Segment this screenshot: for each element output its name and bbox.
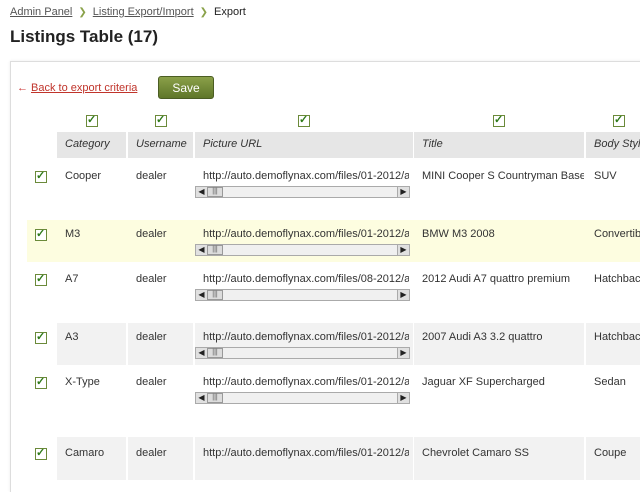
picture-url-cell: http://auto.demoflynax.com/files/01-2012… bbox=[195, 370, 413, 410]
username-cell: dealer bbox=[136, 447, 167, 459]
picture-url-cell: http://auto.demoflynax.com/files/08-2012… bbox=[195, 267, 413, 307]
picture-url-cell: http://auto.demoflynax.com/files/01-2012… bbox=[195, 222, 413, 262]
body-style-cell: Hatchback bbox=[594, 331, 640, 343]
username-cell: dealer bbox=[136, 170, 167, 182]
scroll-thumb[interactable]: ||| bbox=[207, 348, 223, 358]
horizontal-scrollbar[interactable]: ◀ ||| ▶ bbox=[195, 244, 410, 256]
category-cell: Cooper bbox=[65, 170, 102, 182]
body-style-cell: SUV bbox=[594, 170, 617, 182]
horizontal-scrollbar[interactable]: ◀ ||| ▶ bbox=[195, 392, 410, 404]
category-cell: A3 bbox=[65, 331, 79, 343]
scroll-right-icon[interactable]: ▶ bbox=[397, 187, 409, 197]
horizontal-scrollbar[interactable]: ◀ ||| ▶ bbox=[195, 186, 410, 198]
title-cell: Chevrolet Camaro SS bbox=[422, 447, 529, 459]
column-header-body-style: Body Style bbox=[586, 132, 640, 158]
picture-url-text: http://auto.demoflynax.com/files/01-2012… bbox=[203, 376, 409, 388]
breadcrumb-current: Export bbox=[214, 6, 246, 18]
username-cell: dealer bbox=[136, 273, 167, 285]
body-style-cell: Convertible bbox=[594, 228, 640, 240]
picture-url-cell: http://auto.demoflynax.com/files/01-2012… bbox=[195, 441, 413, 480]
row-checkbox[interactable] bbox=[35, 169, 47, 183]
save-button[interactable]: Save bbox=[158, 76, 214, 99]
column-header-picture-url: Picture URL bbox=[195, 132, 413, 158]
category-cell: A7 bbox=[65, 273, 79, 285]
breadcrumb-listing-export-import[interactable]: Listing Export/Import bbox=[93, 6, 194, 18]
column-checkbox-title[interactable] bbox=[493, 113, 505, 127]
body-style-cell: Coupe bbox=[594, 447, 627, 459]
title-cell: 2012 Audi A7 quattro premium bbox=[422, 273, 570, 285]
horizontal-scrollbar[interactable]: ◀ ||| ▶ bbox=[195, 347, 410, 359]
scroll-right-icon[interactable]: ▶ bbox=[397, 245, 409, 255]
column-checkbox-picture-url[interactable] bbox=[298, 113, 310, 127]
body-style-cell: Sedan bbox=[594, 376, 626, 388]
horizontal-scrollbar[interactable]: ◀ ||| ▶ bbox=[195, 289, 410, 301]
picture-url-text: http://auto.demoflynax.com/files/01-2012… bbox=[203, 331, 409, 343]
chevron-right-icon: ❯ bbox=[199, 7, 209, 18]
body-style-cell: Hatchback bbox=[594, 273, 640, 285]
picture-url-text: http://auto.demoflynax.com/files/01-2012… bbox=[203, 228, 409, 240]
scroll-right-icon[interactable]: ▶ bbox=[397, 348, 409, 358]
column-checkbox-username[interactable] bbox=[155, 113, 167, 127]
scroll-thumb[interactable]: ||| bbox=[207, 393, 223, 403]
row-checkbox[interactable] bbox=[35, 375, 47, 389]
username-cell: dealer bbox=[136, 376, 167, 388]
username-cell: dealer bbox=[136, 331, 167, 343]
arrow-left-icon: ← bbox=[17, 82, 28, 94]
row-checkbox[interactable] bbox=[35, 330, 47, 344]
title-cell: BMW M3 2008 bbox=[422, 228, 495, 240]
scroll-thumb[interactable]: ||| bbox=[207, 187, 223, 197]
scroll-right-icon[interactable]: ▶ bbox=[397, 290, 409, 300]
picture-url-text: http://auto.demoflynax.com/files/08-2012… bbox=[203, 273, 409, 285]
back-to-export-criteria-link[interactable]: Back to export criteria bbox=[31, 82, 137, 94]
chevron-right-icon: ❯ bbox=[78, 7, 87, 18]
row-checkbox[interactable] bbox=[35, 272, 47, 286]
category-cell: X-Type bbox=[65, 376, 100, 388]
picture-url-text: http://auto.demoflynax.com/files/01-2012… bbox=[203, 170, 409, 182]
row-checkbox[interactable] bbox=[35, 227, 47, 241]
username-cell: dealer bbox=[136, 228, 167, 240]
picture-url-text: http://auto.demoflynax.com/files/01-2012… bbox=[203, 447, 409, 459]
row-checkbox[interactable] bbox=[35, 446, 47, 460]
column-checkbox-body-style[interactable] bbox=[613, 113, 625, 127]
page-title: Listings Table (17) bbox=[10, 27, 158, 46]
picture-url-cell: http://auto.demoflynax.com/files/01-2012… bbox=[195, 164, 413, 204]
column-checkbox-category[interactable] bbox=[86, 113, 98, 127]
title-cell: 2007 Audi A3 3.2 quattro bbox=[422, 331, 543, 343]
column-header-username: Username bbox=[128, 132, 193, 158]
title-cell: MINI Cooper S Countryman Base bbox=[422, 170, 584, 182]
scroll-right-icon[interactable]: ▶ bbox=[397, 393, 409, 403]
scroll-thumb[interactable]: ||| bbox=[207, 245, 223, 255]
scroll-thumb[interactable]: ||| bbox=[207, 290, 223, 300]
category-cell: M3 bbox=[65, 228, 81, 240]
category-cell: Camaro bbox=[65, 447, 105, 459]
picture-url-cell: http://auto.demoflynax.com/files/01-2012… bbox=[195, 325, 413, 365]
breadcrumb: Admin Panel ❯ Listing Export/Import ❯ Export bbox=[10, 6, 246, 20]
column-header-title: Title bbox=[414, 132, 584, 158]
breadcrumb-admin-panel[interactable]: Admin Panel bbox=[10, 6, 72, 18]
column-header-category: Category bbox=[57, 132, 126, 158]
back-link-container: ← Back to export criteria bbox=[17, 82, 137, 94]
title-cell: Jaguar XF Supercharged bbox=[422, 376, 545, 388]
